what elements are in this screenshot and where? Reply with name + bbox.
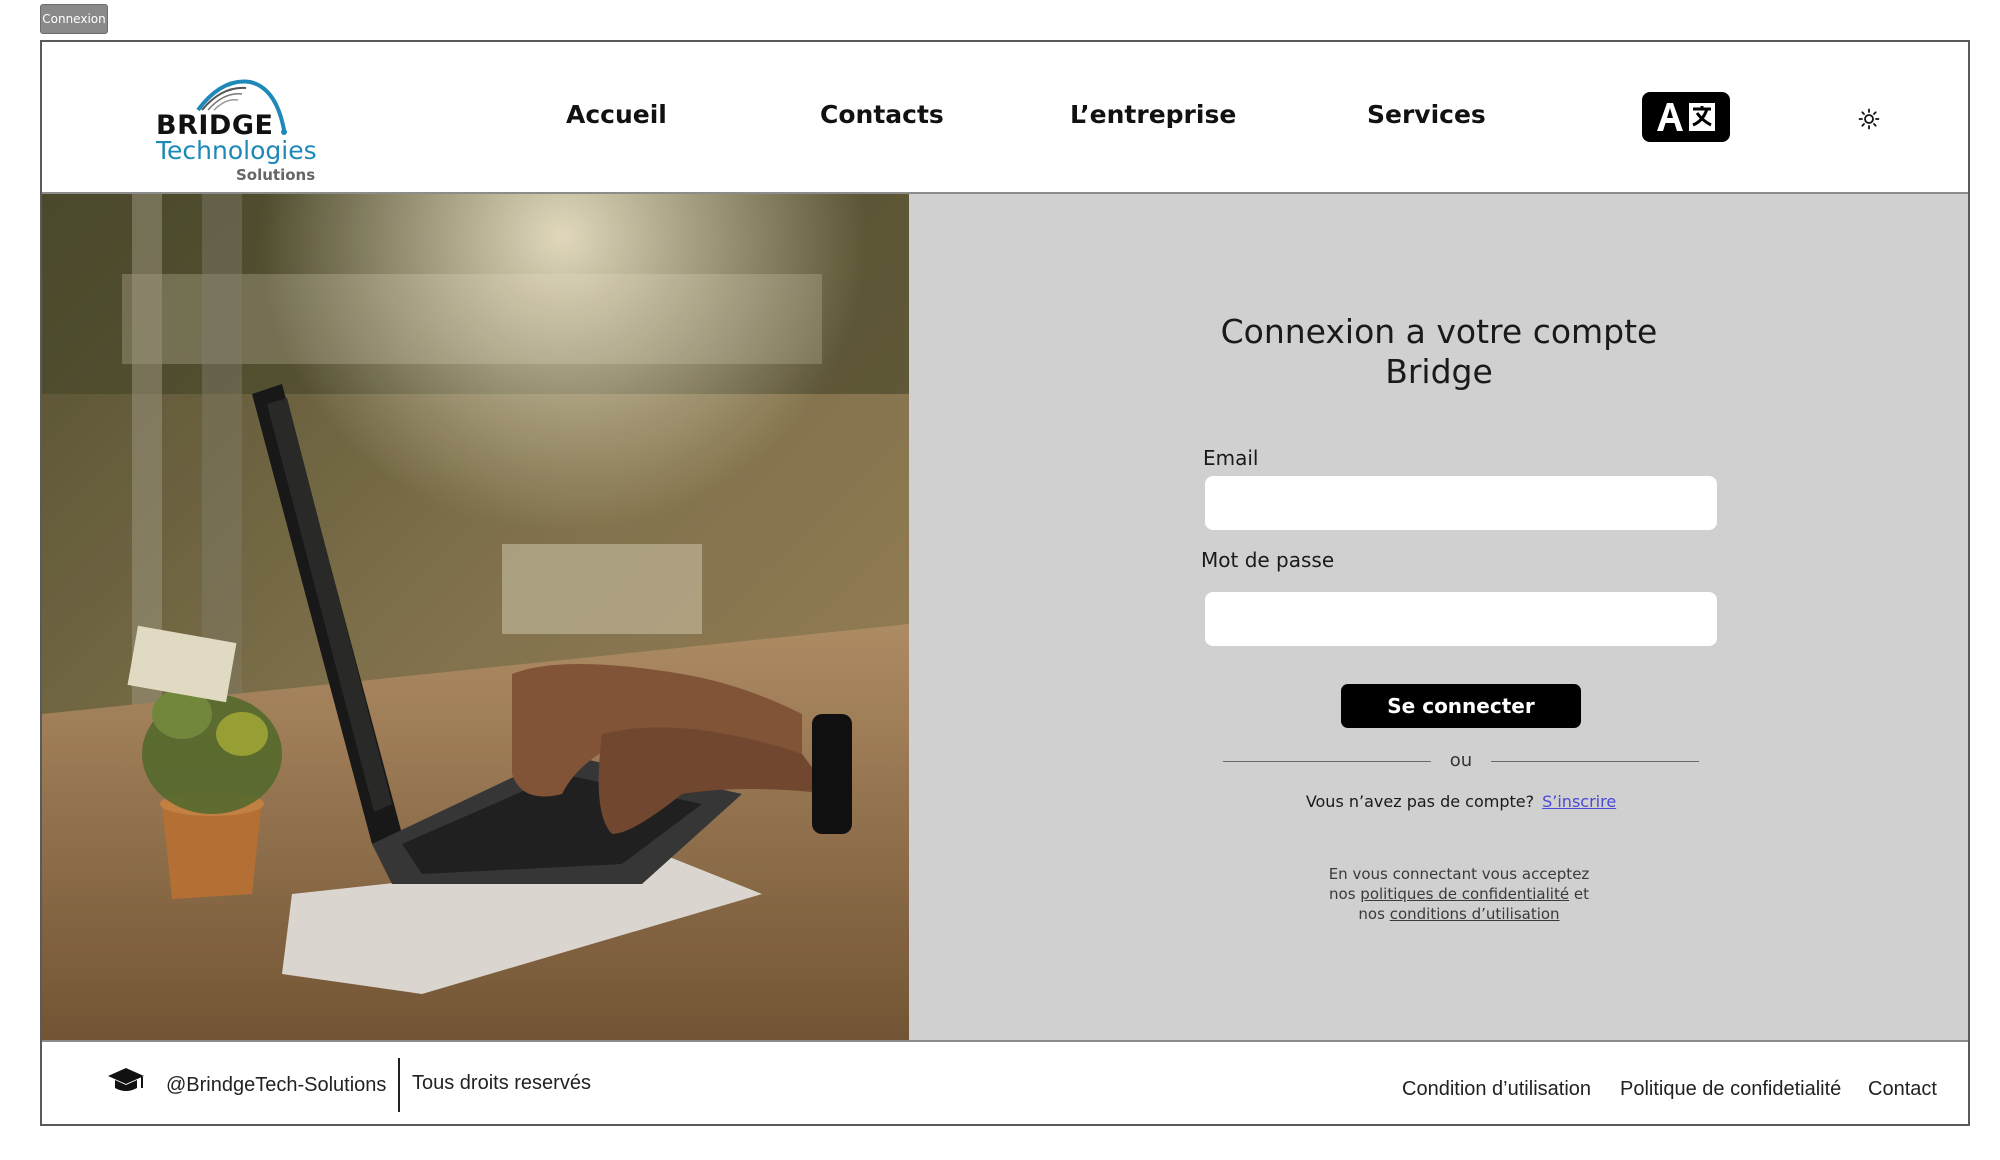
laptop-desk-photo bbox=[42, 194, 909, 1040]
brand-tagline: Solutions bbox=[236, 166, 316, 184]
brand-logo[interactable]: BRIDGE Technologies Solutions bbox=[152, 78, 352, 188]
sun-icon bbox=[1858, 108, 1880, 130]
nav-item-accueil[interactable]: Accueil bbox=[566, 100, 667, 129]
no-account-text: Vous n’avez pas de compte? bbox=[1305, 792, 1535, 811]
email-field[interactable] bbox=[1205, 476, 1717, 530]
legal-text-et: et bbox=[1573, 885, 1589, 903]
footer-separator bbox=[398, 1058, 400, 1112]
language-button[interactable] bbox=[1642, 92, 1730, 142]
social-handle[interactable]: @BrindgeTech-Solutions bbox=[166, 1074, 386, 1097]
legal-text-nos-2: nos bbox=[1358, 905, 1385, 923]
top-navbar: BRIDGE Technologies Solutions Accueil Co… bbox=[42, 42, 1968, 194]
legal-notice: En vous connectant vous acceptez nos pol… bbox=[1289, 864, 1629, 924]
nav-item-contacts[interactable]: Contacts bbox=[820, 100, 944, 129]
legal-line-3: nos conditions d’utilisation bbox=[1289, 904, 1629, 924]
login-panel: Connexion a votre compte Bridge Email Mo… bbox=[909, 194, 1968, 1040]
divider-right bbox=[1491, 761, 1699, 762]
password-field[interactable] bbox=[1205, 592, 1717, 646]
translate-icon bbox=[1657, 103, 1715, 131]
theme-toggle[interactable] bbox=[1856, 106, 1882, 132]
signup-prompt: Vous n’avez pas de compte? S’inscrire bbox=[1209, 792, 1713, 811]
or-separator: ou bbox=[1449, 750, 1473, 771]
terms-link[interactable]: conditions d’utilisation bbox=[1390, 905, 1560, 923]
footer-link-privacy[interactable]: Politique de confidetialité bbox=[1620, 1078, 1841, 1101]
nav-item-entreprise[interactable]: L’entreprise bbox=[1070, 100, 1236, 129]
page-frame: BRIDGE Technologies Solutions Accueil Co… bbox=[40, 40, 1970, 1126]
legal-line-1: En vous connectant vous acceptez bbox=[1328, 865, 1590, 883]
login-button[interactable]: Se connecter bbox=[1341, 684, 1581, 728]
privacy-policy-link[interactable]: politiques de confidentialité bbox=[1360, 885, 1569, 903]
legal-line-2: nos politiques de confidentialité et bbox=[1289, 884, 1629, 904]
footer-link-terms[interactable]: Condition d’utilisation bbox=[1402, 1078, 1591, 1101]
signup-link[interactable]: S’inscrire bbox=[1542, 792, 1616, 811]
frame-label: Connexion bbox=[40, 4, 108, 34]
footer: @BrindgeTech-Solutions Tous droits reser… bbox=[42, 1040, 1968, 1124]
copyright-text: Tous droits reservés bbox=[412, 1072, 591, 1094]
login-title-line1: Connexion a votre compte bbox=[1220, 312, 1658, 351]
nav-item-services[interactable]: Services bbox=[1367, 100, 1486, 129]
login-title: Connexion a votre compte Bridge bbox=[1179, 312, 1699, 392]
email-label: Email bbox=[1203, 446, 1259, 470]
legal-text-nos: nos bbox=[1329, 885, 1356, 903]
password-label: Mot de passe bbox=[1201, 548, 1335, 572]
footer-link-contact[interactable]: Contact bbox=[1868, 1078, 1937, 1101]
login-title-line2: Bridge bbox=[1385, 352, 1493, 391]
brand-subtitle: Technologies bbox=[156, 136, 317, 165]
hero-photo bbox=[42, 194, 909, 1040]
graduation-cap-icon bbox=[108, 1068, 144, 1091]
divider-left bbox=[1223, 761, 1431, 762]
